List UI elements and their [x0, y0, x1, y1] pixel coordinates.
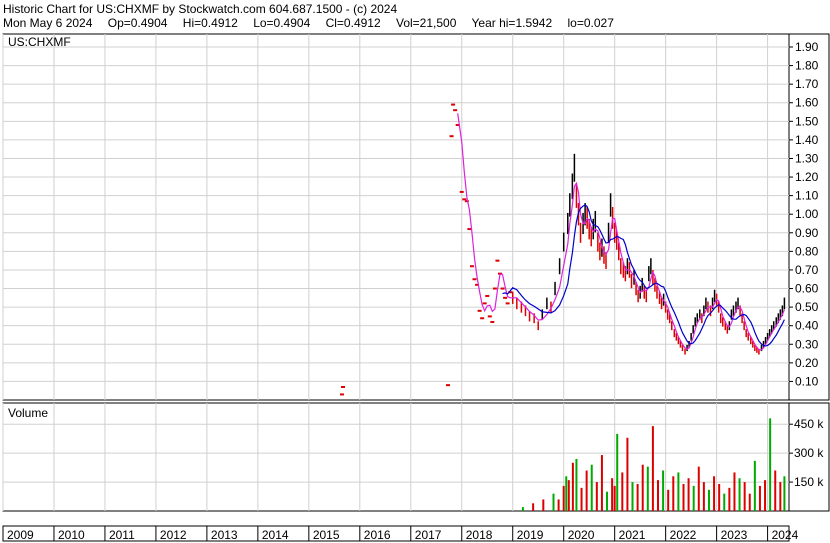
volume-frame — [2, 402, 790, 512]
x-tick-label: 2009 — [7, 528, 34, 542]
chart-header-title: Historic Chart for US:CHXMF by Stockwatc… — [3, 2, 398, 16]
price-tick-label: 1.70 — [795, 77, 819, 91]
price-tick-label: 1.00 — [795, 207, 819, 221]
price-frame — [2, 33, 790, 401]
price-tick-label: 0.60 — [795, 282, 819, 296]
header-open: Op=0.4904 — [107, 16, 168, 30]
x-tick-label: 2010 — [58, 528, 85, 542]
price-tick-label: 1.60 — [795, 96, 819, 110]
header-close: Cl=0.4912 — [325, 16, 381, 30]
volume-pane-title: Volume — [8, 406, 48, 420]
header-year-high: Year hi=1.5942 — [471, 16, 553, 30]
volume-tick-label: 450 k — [794, 417, 824, 431]
volume-pane: 450 k 300 k 150 k — [2, 402, 830, 512]
header-year-low: lo=0.027 — [567, 16, 614, 30]
chart-svg: 1.90 1.80 1.70 1.60 1.50 1.40 1.30 1.20 1.10 1.00… — [2, 33, 830, 542]
header-date: Mon May 6 2024 — [3, 16, 93, 30]
price-tick-label: 1.10 — [795, 189, 819, 203]
price-pane-title: US:CHXMF — [8, 35, 71, 49]
volume-tick-label: 150 k — [794, 475, 824, 489]
price-tick-label: 1.50 — [795, 114, 819, 128]
price-pane: 1.90 1.80 1.70 1.60 1.50 1.40 1.30 1.20 1.10 1.00… — [2, 33, 830, 401]
x-tick-label: 2020 — [568, 528, 595, 542]
x-tick-label: 2019 — [517, 528, 544, 542]
x-tick-label: 2011 — [109, 528, 135, 542]
x-axis: 2009 2010 2011 2012 2013 2014 2015 2016 2017 2018… — [2, 525, 799, 542]
price-tick-label: 0.90 — [795, 226, 819, 240]
x-tick-label: 2023 — [721, 528, 748, 542]
x-tick-label: 2015 — [313, 528, 340, 542]
price-tick-label: 1.20 — [795, 170, 819, 184]
x-tick-label: 2018 — [466, 528, 493, 542]
price-tick-label: 0.40 — [795, 319, 819, 333]
price-tick-label: 0.10 — [795, 374, 819, 388]
price-tick-label: 0.20 — [795, 356, 819, 370]
price-tick-label: 0.70 — [795, 263, 819, 277]
volume-tick-label: 300 k — [794, 446, 824, 460]
price-tick-label: 0.50 — [795, 300, 819, 314]
x-tick-label: 2024 — [772, 528, 799, 542]
price-tick-label: 1.90 — [795, 40, 819, 54]
x-tick-label: 2013 — [211, 528, 238, 542]
x-tick-label: 2016 — [364, 528, 391, 542]
header-low: Lo=0.4904 — [253, 16, 311, 30]
price-tick-label: 0.80 — [795, 244, 819, 258]
header-volume: Vol=21,500 — [395, 16, 457, 30]
chart-header-stats: Mon May 6 2024 Op=0.4904 Hi=0.4912 Lo=0.… — [3, 16, 626, 30]
header-high: Hi=0.4912 — [182, 16, 238, 30]
price-tick-label: 0.30 — [795, 337, 819, 351]
price-tick-label: 1.80 — [795, 59, 819, 73]
x-tick-label: 2012 — [160, 528, 187, 542]
x-tick-label: 2021 — [619, 528, 646, 542]
x-tick-label: 2022 — [670, 528, 697, 542]
price-tick-label: 1.30 — [795, 151, 819, 165]
x-tick-label: 2014 — [262, 528, 289, 542]
x-tick-label: 2017 — [415, 528, 442, 542]
price-tick-label: 1.40 — [795, 133, 819, 147]
